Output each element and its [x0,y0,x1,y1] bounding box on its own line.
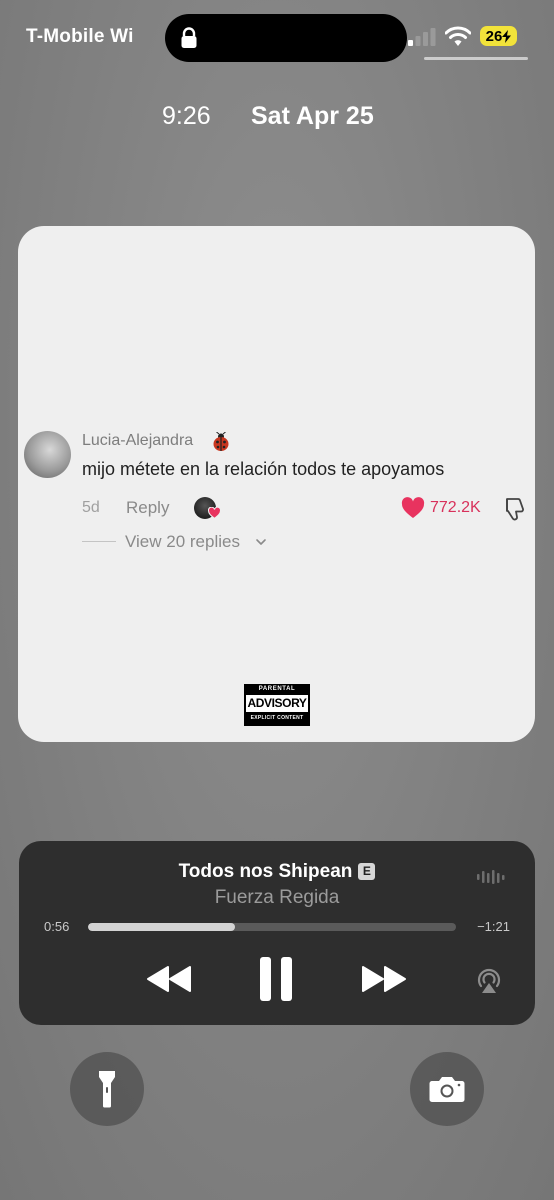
carrier-name: T-Mobile Wi [26,26,134,47]
battery-charging-icon: 26 [480,26,517,46]
advisory-top-text: PARENTAL [258,686,296,692]
comment-text: mijo métete en la relación todos te apoy… [82,459,445,479]
dynamic-island [165,14,407,62]
signal-icon [408,28,436,46]
wifi-icon [445,26,471,46]
chevron-down-icon [256,539,266,545]
track-artist: Fuerza Regida [214,887,340,908]
heart-icon [401,497,425,518]
parental-advisory-logo: PARENTAL ADVISORY EXPLICIT CONTENT [244,684,310,726]
track-title-text: Todos nos Shipean [178,861,353,882]
commenter-avatar [24,431,71,478]
camera-button[interactable] [410,1052,484,1126]
view-replies-link: View 20 replies [125,532,240,551]
pause-button[interactable] [258,956,294,1002]
track-title: Todos nos Shipean E [19,861,535,883]
airplay-icon[interactable] [474,965,504,995]
elapsed-time: 0:56 [44,919,70,934]
like-count: 772.2K [430,499,481,516]
waveform-icon [477,870,505,884]
rewind-button[interactable] [146,965,194,993]
ladybug-icon [213,432,229,451]
status-bar: T-Mobile Wi 26 [0,0,554,80]
reply-button: Reply [126,498,170,517]
comment-username: Lucia-Alejandra [82,432,194,449]
lock-screen-time: 9:26 [162,102,211,130]
playback-scrubber[interactable] [88,923,456,931]
album-artwork-card: Lucia-Alejandra mijo métete en la relaci… [18,226,535,742]
battery-level: 26 [485,27,503,45]
dislike-icon [506,498,524,521]
bolt-icon [502,29,512,43]
remaining-time: −1:21 [477,919,510,934]
advisory-bottom-text: EXPLICIT CONTENT [250,715,304,721]
explicit-badge: E [358,863,376,880]
camera-icon [429,1077,465,1102]
flashlight-icon [99,1071,115,1108]
status-indicator-line [424,57,528,60]
replies-divider [82,541,116,542]
lock-icon [181,27,197,48]
advisory-middle-text: ADVISORY [246,695,308,712]
comment-age: 5d [82,499,100,516]
lock-screen-date: Sat Apr 25 [251,102,374,130]
creator-heart-icon [208,507,221,519]
forward-button[interactable] [359,965,407,993]
playback-progress-fill [88,923,236,931]
now-playing-widget[interactable]: Todos nos Shipean E Fuerza Regida 0:56 −1… [19,841,535,1025]
flashlight-button[interactable] [70,1052,144,1126]
